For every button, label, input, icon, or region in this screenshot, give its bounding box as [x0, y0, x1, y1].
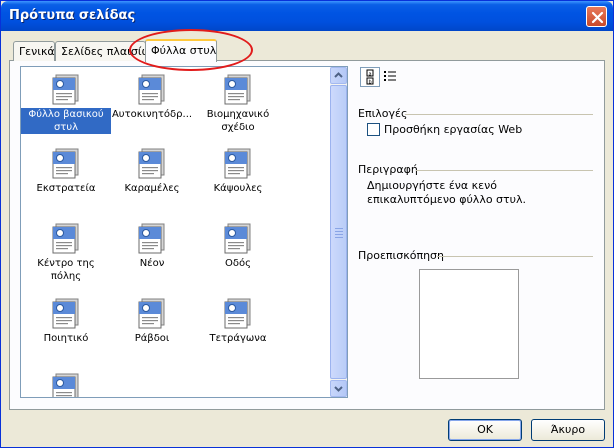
arrow-up-icon — [334, 72, 343, 78]
style-item[interactable]: Τετράγωνα — [193, 295, 283, 345]
scroll-up-button[interactable] — [330, 67, 347, 84]
preview-section-label: Προεπισκόπηση — [358, 249, 444, 262]
window-title: Πρότυπα σελίδας — [9, 8, 136, 23]
style-sheet-icon — [50, 71, 82, 105]
style-sheet-icon — [136, 71, 168, 105]
divider — [405, 114, 593, 115]
divider — [416, 170, 593, 171]
style-sheet-icon — [222, 145, 254, 179]
tab-label: Γενικά — [19, 45, 55, 58]
style-item[interactable]: Αυτοκινητόδρ... — [107, 71, 197, 121]
style-sheet-icon — [50, 145, 82, 179]
description-text: Δημιουργήστε ένα κενό επικαλυπτόμενο φύλ… — [367, 179, 527, 206]
vertical-scrollbar[interactable] — [330, 67, 347, 397]
style-item[interactable]: Εκστρατεία — [21, 145, 111, 195]
scroll-down-button[interactable] — [330, 380, 347, 397]
style-sheet-icon — [136, 220, 168, 254]
style-item-label: Ράβδοι — [134, 333, 170, 344]
style-item-label: Τετράγωνα — [209, 333, 267, 344]
list-icon — [384, 71, 396, 81]
style-sheet-icon — [222, 220, 254, 254]
scroll-thumb[interactable] — [330, 85, 347, 379]
large-icons-view-button[interactable]: a b — [360, 67, 380, 87]
style-item[interactable]: Κέντρο της πόλης — [21, 220, 111, 283]
style-list[interactable]: Φύλλο βασικού στυλ Αυτοκινητόδρ... Βιομηχα… — [20, 66, 348, 398]
style-item[interactable]: Κάψουλες — [193, 145, 283, 195]
options-section-label: Επιλογές — [358, 107, 408, 120]
style-item-label: Ποιητικό — [43, 333, 89, 344]
add-web-task-label[interactable]: Προσθήκη εργασίας Web — [384, 123, 522, 136]
style-sheet-icon — [222, 295, 254, 329]
close-icon — [591, 11, 604, 24]
style-sheet-icon — [50, 370, 82, 397]
preview-pane — [419, 269, 519, 379]
style-sheet-icon — [136, 145, 168, 179]
style-item-label: Καραμέλες — [124, 183, 180, 194]
style-item-label: Νέον — [139, 258, 165, 269]
divider — [437, 256, 593, 257]
tab-label: Σελίδες πλαισίων — [61, 45, 145, 58]
description-section-label: Περιγραφή — [358, 163, 418, 176]
style-item-label: Βιομηχανικό σχέδιο — [206, 109, 270, 133]
add-web-task-checkbox[interactable] — [367, 123, 380, 136]
large-icons-icon: a b — [366, 69, 374, 86]
style-item-label: Κάψουλες — [213, 183, 263, 194]
tab-style-sheets[interactable]: Φύλλα στυλ — [145, 39, 217, 62]
style-item[interactable]: Βιομηχανικό σχέδιο — [193, 71, 283, 134]
style-item[interactable]: Φύλλο βασικού στυλ — [21, 71, 111, 134]
style-item[interactable]: Οδός — [193, 220, 283, 270]
style-item-label: Εκστρατεία — [36, 183, 96, 194]
tab-frames-pages[interactable]: Σελίδες πλαισίων — [55, 41, 146, 61]
style-item[interactable]: Ράβδοι — [107, 295, 197, 345]
style-item[interactable] — [21, 370, 111, 397]
style-item-label: Οδός — [225, 258, 251, 269]
style-item[interactable]: Καραμέλες — [107, 145, 197, 195]
close-button[interactable] — [586, 6, 607, 27]
dialog-window: Πρότυπα σελίδας Γενικά Σελίδες πλαισίων … — [0, 0, 614, 448]
style-sheet-icon — [50, 220, 82, 254]
cancel-button[interactable]: Άκυρο — [531, 419, 605, 441]
ok-button[interactable]: OK — [448, 419, 522, 441]
style-sheet-icon — [50, 295, 82, 329]
style-item-label: Αυτοκινητόδρ... — [111, 109, 193, 120]
style-item[interactable]: Ποιητικό — [21, 295, 111, 345]
svg-text:a: a — [369, 72, 372, 78]
style-sheet-icon — [222, 71, 254, 105]
style-sheet-icon — [136, 295, 168, 329]
details-view-button[interactable] — [382, 67, 402, 87]
style-item-label: Φύλλο βασικού στυλ — [21, 108, 111, 134]
style-item[interactable]: Νέον — [107, 220, 197, 270]
style-item-label: Κέντρο της πόλης — [37, 258, 95, 282]
tab-general[interactable]: Γενικά — [13, 41, 55, 61]
svg-text:b: b — [369, 80, 372, 86]
arrow-down-icon — [334, 386, 343, 392]
title-bar[interactable]: Πρότυπα σελίδας — [1, 1, 613, 31]
tab-label: Φύλλα στυλ — [151, 44, 217, 57]
